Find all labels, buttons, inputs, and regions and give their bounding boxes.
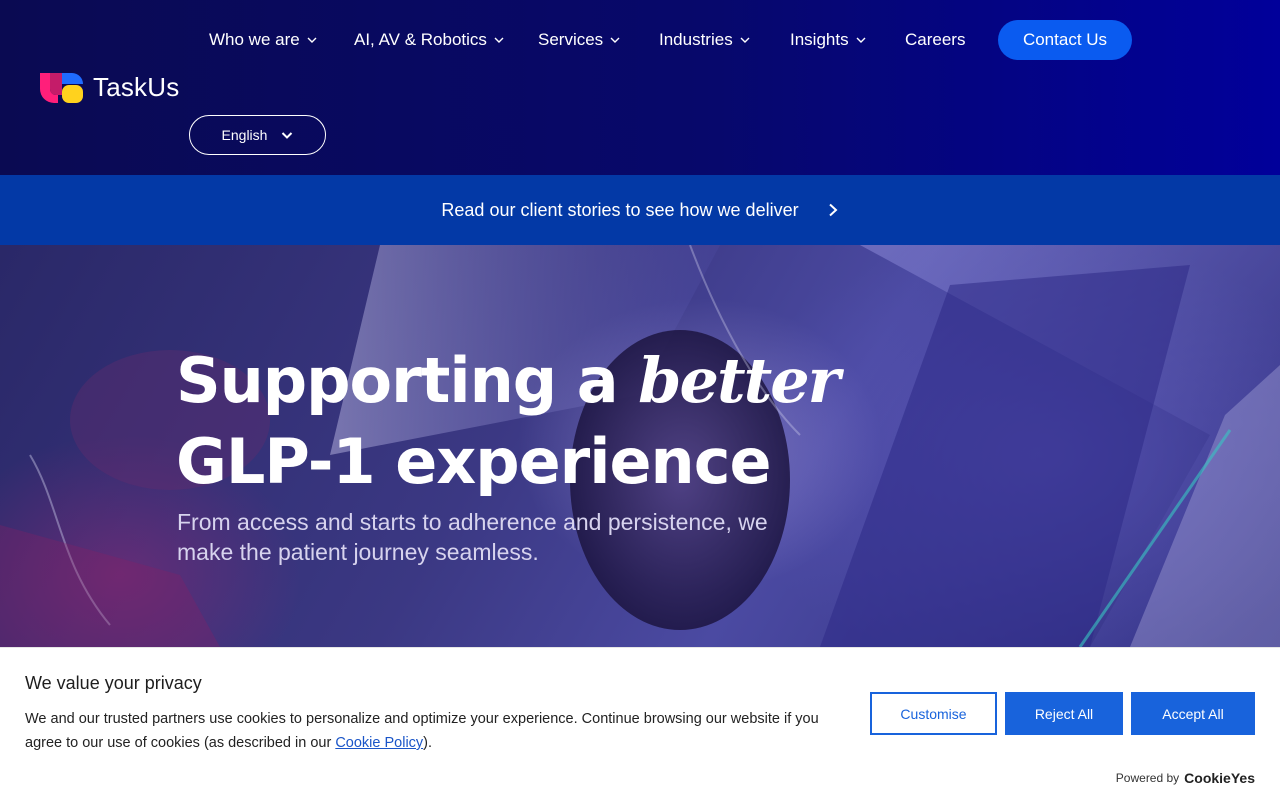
nav-services[interactable]: Services (538, 20, 620, 60)
chevron-down-icon (494, 37, 504, 43)
cookie-title: We value your privacy (25, 673, 202, 693)
nav-label: AI, AV & Robotics (354, 30, 487, 49)
chevron-right-icon (828, 203, 838, 217)
hero-heading-script-word: better (638, 344, 840, 417)
hero-section: Supporting a better GLP-1 experience Fro… (0, 245, 1280, 647)
chevron-down-icon (307, 37, 317, 43)
powered-by-label: Powered by (1115, 771, 1180, 785)
site-header: Who we are AI, AV & Robotics Services In… (0, 0, 1280, 175)
taskus-logo-mark (40, 72, 83, 103)
cookie-text-part: ). (423, 735, 433, 751)
nav-label: Careers (905, 30, 966, 49)
cookie-description: We and our trusted partners use cookies … (25, 707, 845, 755)
contact-us-button[interactable]: Contact Us (998, 20, 1132, 60)
nav-industries[interactable]: Industries (659, 20, 750, 60)
accept-all-button[interactable]: Accept All (1131, 692, 1255, 735)
language-label: English (221, 127, 268, 143)
powered-by-cookieyes[interactable]: Powered by CookieYes (1116, 770, 1255, 786)
cookieyes-logo: CookieYes (1184, 770, 1255, 786)
nav-label: Industries (659, 30, 733, 49)
cookie-policy-link[interactable]: Cookie Policy (335, 735, 423, 751)
nav-label: Insights (790, 30, 849, 49)
main-nav: Who we are AI, AV & Robotics Services In… (0, 20, 1280, 60)
hero-heading-line-2: GLP-1 experience (176, 425, 772, 498)
nav-label: Who we are (209, 30, 300, 49)
taskus-logo[interactable]: TaskUs (40, 72, 179, 103)
nav-ai-av-robotics[interactable]: AI, AV & Robotics (354, 20, 504, 60)
client-stories-banner[interactable]: Read our client stories to see how we de… (0, 175, 1280, 245)
nav-who-we-are[interactable]: Who we are (209, 20, 317, 60)
chevron-down-icon (282, 132, 293, 139)
hero-subtitle: From access and starts to adherence and … (177, 509, 768, 565)
nav-label: Services (538, 30, 604, 49)
chevron-down-icon (610, 37, 620, 43)
customise-button[interactable]: Customise (870, 692, 997, 735)
reject-all-button[interactable]: Reject All (1005, 692, 1123, 735)
hero-heading-line-1: Supporting a better (176, 340, 840, 421)
language-selector[interactable]: English (189, 115, 326, 155)
nav-careers[interactable]: Careers (905, 20, 965, 60)
chevron-down-icon (856, 37, 866, 43)
cookie-consent-banner: We value your privacy We and our trusted… (0, 647, 1280, 800)
hero-heading: Supporting a better GLP-1 experience (176, 340, 840, 502)
hero-heading-text: Supporting a (176, 344, 619, 417)
chevron-down-icon (740, 37, 750, 43)
logo-text: TaskUs (93, 72, 180, 102)
nav-insights[interactable]: Insights (790, 20, 866, 60)
banner-text: Read our client stories to see how we de… (441, 199, 799, 220)
